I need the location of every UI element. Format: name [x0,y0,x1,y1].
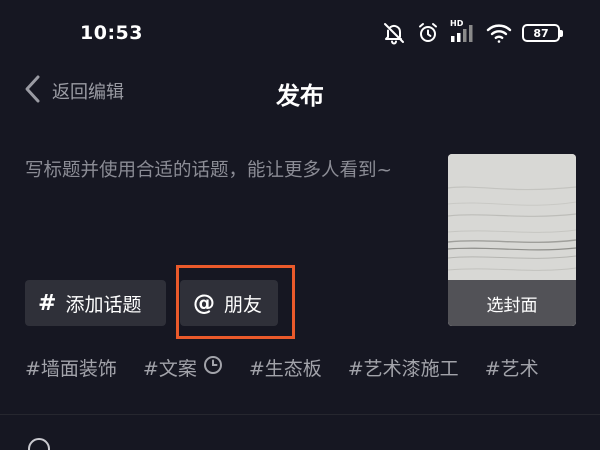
mention-friend-button[interactable]: @ 朋友 [180,280,278,326]
publish-screen: 10:53 HD 87 返回编辑 发布 写标题并使用合适的话题，能让更多人看到~… [0,0,600,450]
mention-friend-label: 朋友 [224,293,263,316]
status-time: 10:53 [80,22,143,44]
tag-item[interactable]: #墙面装饰 [25,354,117,381]
tag-item[interactable]: #艺术 [485,354,539,381]
battery-level: 87 [533,26,549,40]
status-bar: 10:53 HD 87 [0,0,600,62]
nav-bar: 返回编辑 发布 [0,62,600,118]
add-topic-label: 添加话题 [65,293,142,316]
at-icon: @ [193,290,215,316]
suggested-tags: #墙面装饰 #文案 #生态板 #艺术漆施工 #艺术 [25,352,565,382]
location-icon [28,438,50,450]
bell-off-icon [382,21,406,45]
caption-input[interactable]: 写标题并使用合适的话题，能让更多人看到~ [25,156,420,220]
clock-icon [203,355,223,380]
page-title: 发布 [276,82,324,110]
alarm-icon [416,21,440,45]
cover-label: 选封面 [486,295,538,316]
status-icons: HD 87 [382,19,563,47]
tag-item[interactable]: #生态板 [249,354,322,381]
cover-label-bar: 选封面 [448,280,576,326]
divider [0,414,600,415]
signal-icon: HD [450,19,476,45]
tag-item[interactable]: #文案 [143,354,223,381]
cover-selector[interactable]: 选封面 [448,154,576,326]
battery-icon: 87 [522,24,563,42]
add-topic-button[interactable]: # 添加话题 [25,280,166,326]
wifi-icon [486,22,512,44]
hashtag-icon: # [38,290,57,316]
network-label: HD [450,19,464,28]
tag-item[interactable]: #艺术漆施工 [348,354,459,381]
